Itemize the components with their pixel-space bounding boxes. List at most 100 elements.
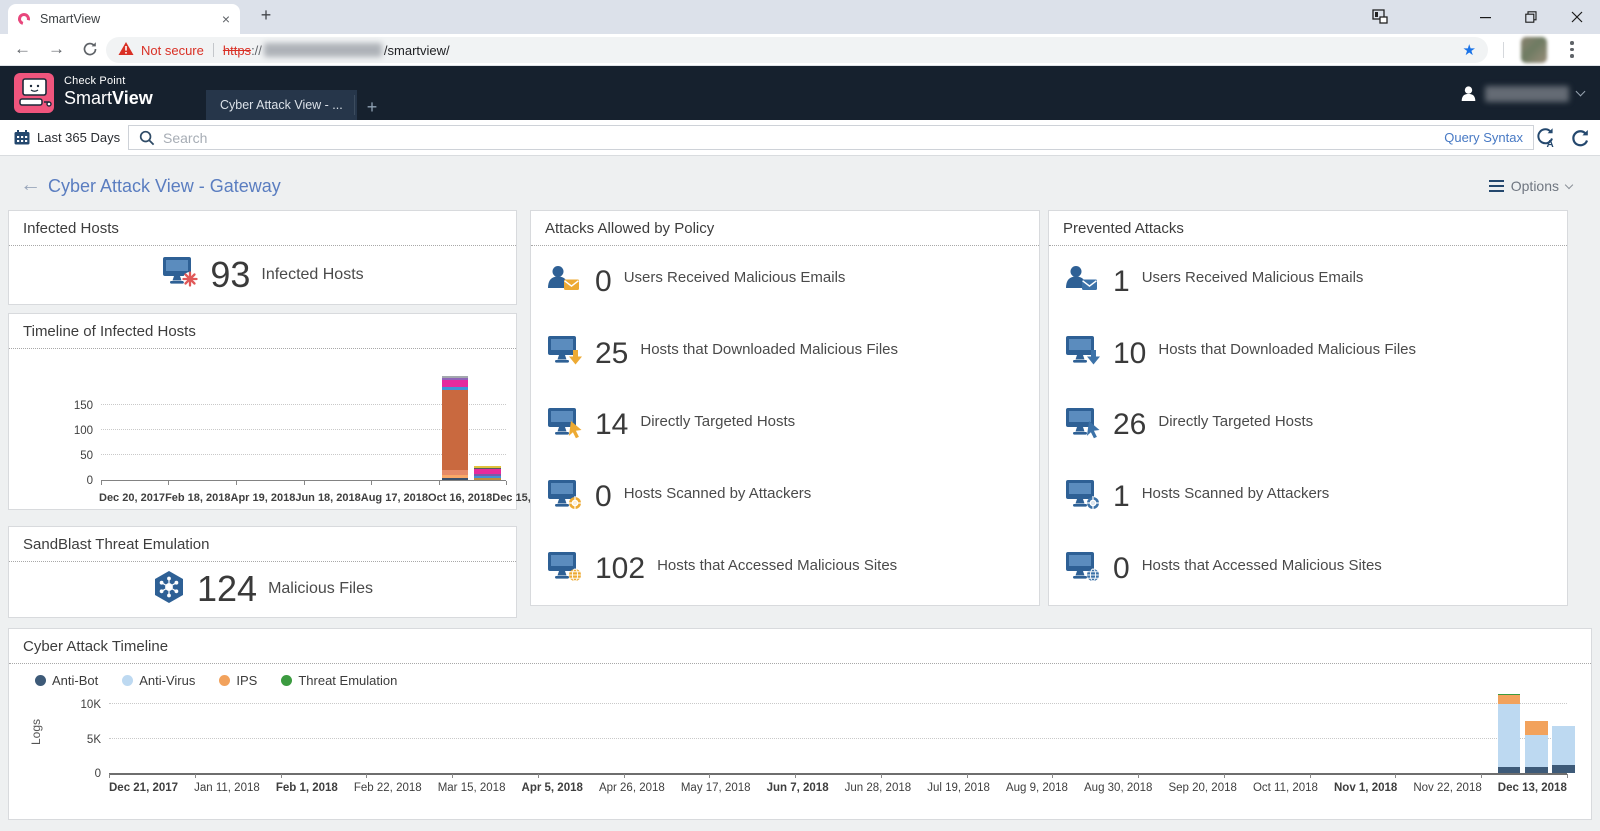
window-restore-button[interactable] — [1508, 0, 1554, 34]
browser-menu-icon[interactable] — [1570, 41, 1574, 58]
check-point-logo — [14, 73, 54, 113]
x-axis-tick — [538, 774, 539, 778]
panel-title: Attacks Allowed by Policy — [531, 211, 1039, 246]
user-menu[interactable] — [1460, 85, 1584, 102]
chart-bar[interactable] — [1525, 721, 1548, 773]
x-axis-label: Oct 16, 2018 — [428, 492, 492, 504]
browser-back-icon[interactable]: ← — [14, 39, 31, 59]
stat-value: 10 — [1113, 337, 1146, 371]
browser-forward-icon[interactable]: → — [48, 39, 65, 59]
smartview-favicon-icon — [16, 11, 32, 27]
browser-profile-avatar[interactable] — [1521, 37, 1547, 63]
chart-bar[interactable] — [442, 376, 468, 480]
stat-row-hosts-accessed-sites[interactable]: 0 Hosts that Accessed Malicious Sites — [1049, 533, 1567, 605]
chart-plot-area: 05K10K — [109, 693, 1567, 775]
sandblast-stat[interactable]: 124 Malicious Files — [9, 562, 516, 616]
legend-item-threat-emulation[interactable]: Threat Emulation — [281, 673, 397, 688]
stat-value: 26 — [1113, 408, 1146, 442]
stat-row-users-malicious-emails[interactable]: 0 Users Received Malicious Emails — [531, 246, 1039, 318]
search-icon — [139, 130, 155, 146]
y-axis-tick-label: 10K — [63, 699, 101, 711]
brand-text: Check Point SmartView — [64, 75, 153, 108]
x-axis-tick — [439, 481, 440, 485]
threat-emulation-hexagon-icon — [152, 570, 186, 609]
x-axis-tick — [1310, 774, 1311, 778]
y-axis-tick-label: 100 — [55, 425, 93, 437]
chart-bar[interactable] — [1498, 694, 1520, 773]
bookmark-star-icon[interactable]: ★ — [1463, 41, 1476, 59]
browser-urlbar: ← → Not secure https :// /smartview/ ★ — [0, 34, 1600, 66]
view-tab-cyber-attack[interactable]: Cyber Attack View - ... — [206, 90, 357, 120]
x-axis-label: Jan 11, 2018 — [194, 782, 260, 794]
tab-close-icon[interactable]: × — [222, 11, 230, 27]
back-arrow-icon[interactable]: ← — [20, 173, 41, 197]
calendar-icon — [14, 130, 30, 145]
x-axis-label: Jun 28, 2018 — [845, 782, 912, 794]
legend-label: IPS — [236, 673, 257, 688]
host-globe-icon — [1065, 551, 1101, 588]
x-axis-label: Nov 22, 2018 — [1413, 782, 1481, 794]
stat-row-hosts-scanned[interactable]: 0 Hosts Scanned by Attackers — [531, 461, 1039, 533]
panel-sandblast-threat-emulation: SandBlast Threat Emulation 124 Malicious… — [8, 526, 517, 618]
address-bar[interactable]: Not secure https :// /smartview/ ★ — [106, 37, 1488, 63]
time-range-dropdown[interactable]: Last 365 Days — [14, 120, 137, 155]
bar-segment — [442, 478, 468, 480]
chart-bar[interactable] — [1552, 726, 1575, 773]
chart-bar[interactable] — [474, 466, 500, 480]
stat-label: Hosts that Accessed Malicious Sites — [1142, 557, 1382, 574]
legend-dot-icon — [35, 675, 46, 686]
stat-row-directly-targeted[interactable]: 26 Directly Targeted Hosts — [1049, 390, 1567, 462]
x-axis-label: Mar 15, 2018 — [438, 782, 506, 794]
bar-segment — [1525, 721, 1548, 735]
user-icon — [1460, 85, 1477, 102]
x-axis-tick — [881, 774, 882, 778]
infected-host-icon — [161, 256, 199, 293]
host-scanned-icon — [1065, 479, 1101, 516]
x-axis-tick — [1567, 774, 1568, 778]
new-tab-button[interactable]: + — [254, 5, 278, 26]
browser-tab[interactable]: SmartView × — [8, 4, 240, 34]
refresh-icon[interactable] — [1569, 128, 1590, 153]
window-close-button[interactable] — [1554, 0, 1600, 34]
divider — [354, 95, 355, 115]
query-syntax-link[interactable]: Query Syntax — [1444, 130, 1523, 145]
options-menu[interactable]: Options — [1489, 178, 1572, 194]
search-box[interactable]: Query Syntax — [128, 125, 1534, 150]
legend-item-anti-virus[interactable]: Anti-Virus — [122, 673, 195, 688]
legend-label: Threat Emulation — [298, 673, 397, 688]
query-toolbar: Last 365 Days Query Syntax A — [0, 120, 1600, 156]
page-title: Cyber Attack View - Gateway — [48, 176, 281, 197]
browser-reload-icon[interactable] — [82, 41, 98, 62]
search-options-icon[interactable]: A — [1534, 127, 1557, 153]
window-minimize-button[interactable] — [1462, 0, 1508, 34]
stat-row-hosts-accessed-sites[interactable]: 102 Hosts that Accessed Malicious Sites — [531, 533, 1039, 605]
panel-title: Timeline of Infected Hosts — [9, 314, 516, 349]
infected-hosts-stat[interactable]: 93 Infected Hosts — [9, 246, 516, 303]
warning-triangle-icon — [118, 41, 134, 59]
x-axis-tick — [366, 774, 367, 778]
stat-row-users-malicious-emails[interactable]: 1 Users Received Malicious Emails — [1049, 246, 1567, 318]
legend-item-anti-bot[interactable]: Anti-Bot — [35, 673, 98, 688]
svg-text:A: A — [1547, 139, 1554, 148]
x-axis-label: Dec 20, 2017 — [99, 492, 165, 504]
search-input[interactable] — [163, 130, 1432, 146]
x-axis-tick — [1138, 774, 1139, 778]
y-axis-tick-label: 150 — [55, 400, 93, 412]
stat-row-hosts-downloaded[interactable]: 10 Hosts that Downloaded Malicious Files — [1049, 318, 1567, 390]
x-axis-tick — [371, 481, 372, 485]
stat-row-hosts-scanned[interactable]: 1 Hosts Scanned by Attackers — [1049, 461, 1567, 533]
stat-row-directly-targeted[interactable]: 14 Directly Targeted Hosts — [531, 390, 1039, 462]
user-email-icon — [547, 264, 583, 299]
stat-row-hosts-downloaded[interactable]: 25 Hosts that Downloaded Malicious Files — [531, 318, 1039, 390]
x-axis-label: Apr 26, 2018 — [599, 782, 665, 794]
not-secure-label[interactable]: Not secure — [141, 43, 204, 58]
x-axis-label: Jun 18, 2018 — [295, 492, 360, 504]
chart-legend: Anti-Bot Anti-Virus IPS Threat Emulation — [35, 673, 397, 688]
window-app-icon — [1372, 9, 1388, 29]
browser-titlebar: SmartView × + — [0, 0, 1600, 34]
add-view-button[interactable]: + — [362, 97, 382, 118]
panel-title: SandBlast Threat Emulation — [9, 527, 516, 562]
smartview-header: Check Point SmartView Cyber Attack View … — [0, 66, 1600, 120]
legend-item-ips[interactable]: IPS — [219, 673, 257, 688]
stat-value: 1 — [1113, 265, 1130, 299]
